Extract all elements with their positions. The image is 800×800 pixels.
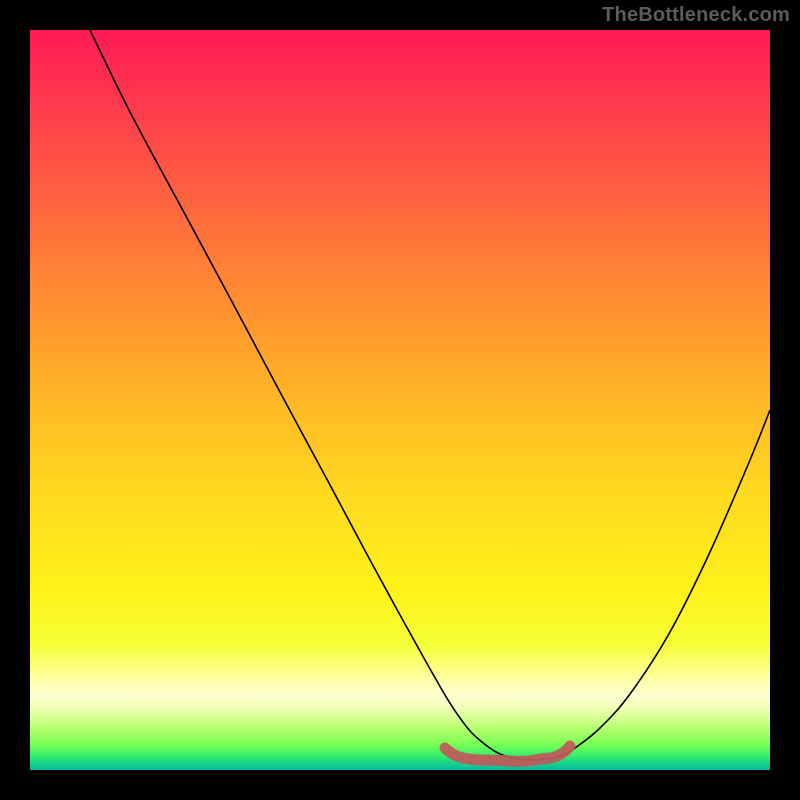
watermark-text: TheBottleneck.com (602, 4, 790, 27)
plot-area (30, 30, 770, 770)
bottleneck-curve (90, 30, 770, 760)
curve-svg (30, 30, 770, 770)
chart-container: TheBottleneck.com (0, 0, 800, 800)
bottom-highlight (445, 746, 570, 761)
